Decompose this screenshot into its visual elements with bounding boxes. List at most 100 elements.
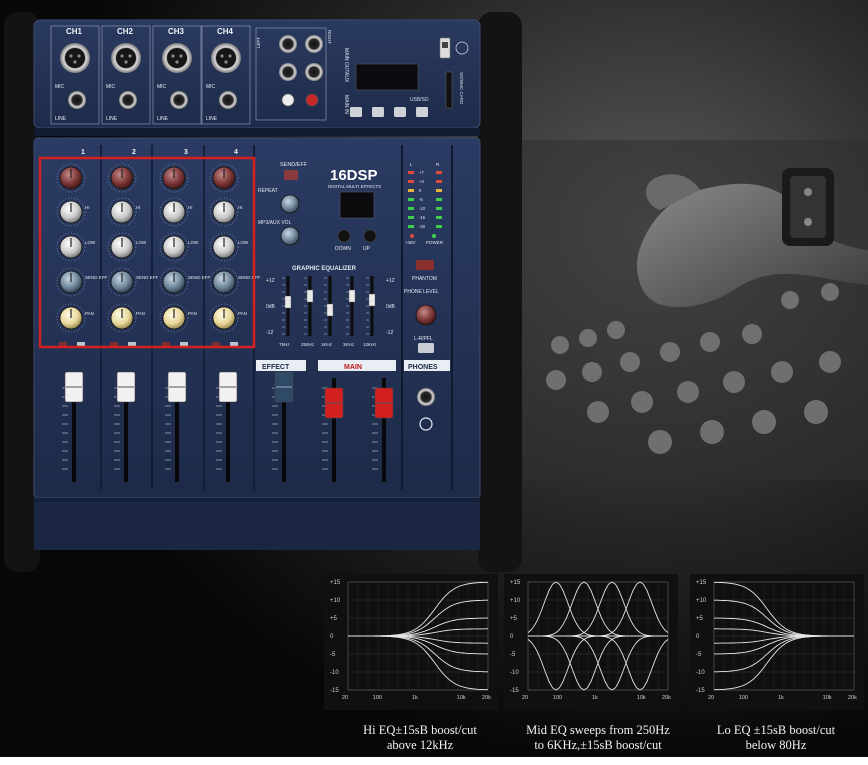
product-scene: CH1 MIC LINE CH2 MIC LINE CH3 MIC LINE CH4 MIC LINE…	[0, 0, 868, 765]
eq-band-label: 1KHz	[321, 342, 333, 347]
mute-led	[128, 342, 136, 346]
knob-label: HI	[85, 205, 90, 210]
output-jack[interactable]	[279, 63, 297, 81]
eq-slider-cap[interactable]	[348, 289, 356, 303]
label-repeat: REPEAT	[258, 188, 278, 194]
output-jack[interactable]	[305, 63, 323, 81]
sd-card-slot[interactable]	[445, 71, 453, 109]
channel-input-label: CH1	[66, 27, 83, 36]
label-main: MAIN	[344, 364, 362, 371]
label-lr-pfl: L-R/PFL	[414, 336, 433, 342]
phantom-button[interactable]	[416, 260, 434, 270]
knob-label: PAN	[136, 311, 145, 316]
line-input-jack[interactable]	[219, 91, 237, 109]
graph-y-tick: +15	[330, 580, 341, 586]
eq-slider-track	[350, 276, 354, 336]
meter-led	[408, 171, 414, 174]
graph-x-tick: 10k	[637, 695, 646, 701]
graph-x-tick: 1k	[412, 695, 418, 701]
line-input-jack[interactable]	[68, 91, 86, 109]
label-phantom: PHANTOM	[412, 276, 437, 282]
lr-pfl-button[interactable]	[418, 343, 434, 353]
graph-x-tick: 20	[522, 695, 528, 701]
channel-number: 1	[81, 149, 85, 156]
output-jack[interactable]	[305, 35, 323, 53]
mute-led	[230, 342, 238, 346]
phone-level-knob[interactable]	[415, 304, 437, 326]
channel-number: 4	[234, 149, 238, 156]
hi-eq-graph: +15+10+50-5-10-1520 100 1k 10k 20k	[324, 574, 498, 710]
repeat-knob[interactable]	[280, 194, 300, 214]
xlr-mic-input[interactable]	[162, 43, 192, 73]
output-jack[interactable]	[279, 35, 297, 53]
channel-input-label: CH4	[217, 27, 234, 36]
rca-jack-red[interactable]	[305, 93, 319, 107]
meter-level-label: +7	[419, 170, 424, 175]
eq-scale-label: +12	[266, 278, 275, 284]
send-eff-button[interactable]	[284, 170, 298, 180]
mic-label: MIC	[106, 84, 116, 90]
peak-led	[110, 342, 118, 346]
eq-band-label: 3KHz	[343, 342, 355, 347]
label-send-eff: SEND/EFF	[280, 162, 308, 168]
play-pause-button[interactable]	[350, 107, 362, 117]
caption-mid-eq-line1: Mid EQ sweeps from 250Hz	[526, 723, 670, 737]
next-button[interactable]	[394, 107, 406, 117]
knob-label: SEND EFF	[238, 275, 261, 280]
meter-led	[436, 216, 442, 219]
mic-label: MIC	[157, 84, 167, 90]
phones-jack[interactable]	[417, 388, 435, 406]
knob-label: SEND EFF	[136, 275, 159, 280]
dsp-down-button[interactable]	[337, 229, 351, 243]
graph-x-tick: 100	[373, 695, 382, 701]
knob-label: HI	[136, 205, 141, 210]
channel-number: 3	[184, 149, 188, 156]
caption-lo-eq-line2: below 80Hz	[745, 738, 807, 752]
eq-slider-cap[interactable]	[368, 293, 376, 307]
graph-y-tick: +5	[330, 616, 338, 622]
xlr-mic-input[interactable]	[60, 43, 90, 73]
graph-y-tick: -5	[696, 652, 702, 658]
label-phones: PHONES	[408, 364, 438, 371]
eq-band-label: 75Hz	[279, 342, 290, 347]
lo-eq-graph: +15+10+50-5-10-1520 100 1k 10k 20k	[690, 574, 864, 710]
xlr-mic-input[interactable]	[211, 43, 241, 73]
eq-slider-cap[interactable]	[284, 295, 292, 309]
eq-title: GRAPHIC EQUALIZER	[292, 266, 357, 272]
mp3-aux-vol-knob[interactable]	[280, 226, 300, 246]
graph-y-tick: -15	[330, 688, 339, 694]
label-usb-sd: USB/SD	[410, 97, 429, 103]
label-effect: EFFECT	[262, 364, 290, 371]
eq-scale-label: 0dB	[266, 304, 276, 310]
line-input-jack[interactable]	[119, 91, 137, 109]
meter-led	[436, 198, 442, 201]
previous-button[interactable]	[372, 107, 384, 117]
graph-y-tick: -5	[330, 652, 336, 658]
line-input-jack[interactable]	[170, 91, 188, 109]
xlr-mic-input[interactable]	[111, 43, 141, 73]
label-mp3-aux-vol: MP3/AUX VOL	[258, 220, 292, 226]
caption-hi-eq-line1: Hi EQ±15sB boost/cut	[363, 723, 477, 737]
graph-y-tick: +5	[510, 616, 518, 622]
usb-sd-button[interactable]	[416, 107, 428, 117]
eq-slider-cap[interactable]	[326, 303, 334, 317]
line-label: LINE	[157, 116, 169, 122]
eq-slider-cap[interactable]	[306, 289, 314, 303]
knob-label: PAN	[85, 311, 94, 316]
graph-x-tick: 20k	[662, 695, 671, 701]
meter-led	[436, 189, 442, 192]
meter-led	[408, 216, 414, 219]
graph-y-tick: -10	[330, 670, 339, 676]
graph-x-tick: 20	[342, 695, 348, 701]
graph-x-tick: 20k	[482, 695, 491, 701]
graph-x-tick: 1k	[778, 695, 784, 701]
meter-led	[408, 180, 414, 183]
graph-y-tick: -5	[510, 652, 516, 658]
label-plus48v: +48V	[405, 240, 416, 245]
rca-jack-white[interactable]	[281, 93, 295, 107]
line-label: LINE	[106, 116, 118, 122]
eq-scale-label: -12	[266, 330, 273, 336]
dsp-up-button[interactable]	[363, 229, 377, 243]
graph-x-tick: 10k	[823, 695, 832, 701]
dsp-subtitle: DIGITAL MULTI EFFECTS	[328, 184, 381, 189]
